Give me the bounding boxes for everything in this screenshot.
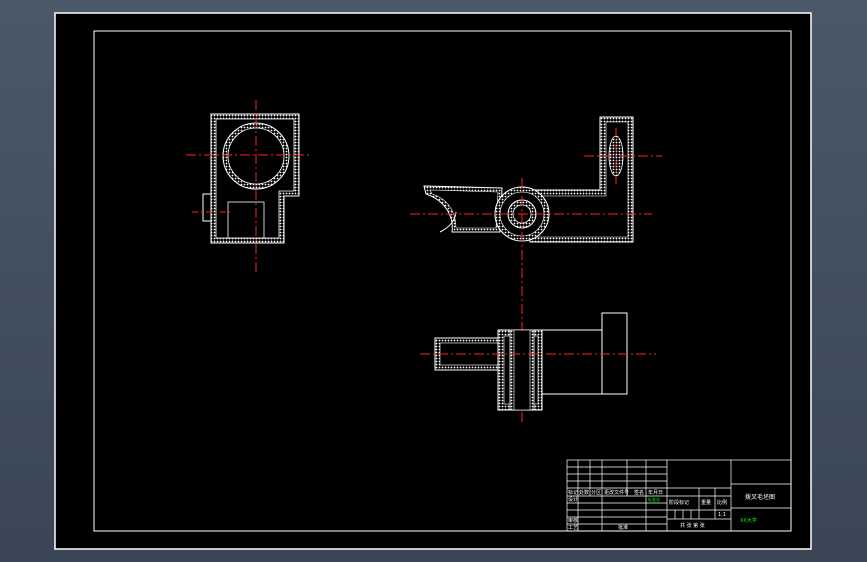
- tb-sheet-text: 共 张 第 张: [680, 522, 705, 529]
- bottom-view-body: [541, 329, 603, 395]
- left-view-slot: [227, 201, 265, 239]
- tb-label-weight: 重量: [701, 499, 711, 506]
- tb-label-standardization: 标准化: [648, 496, 660, 502]
- tb-label-process: 工艺: [568, 525, 578, 531]
- tb-label-review: 审核: [568, 517, 578, 524]
- tb-label-mark: 标记: [568, 489, 578, 496]
- tb-label-approve: 批准: [618, 524, 628, 531]
- left-view-boss: [202, 193, 212, 222]
- tb-label-signature: 签名: [634, 489, 644, 496]
- tb-drawing-name: 拨叉毛坯图: [745, 493, 775, 501]
- tb-label-count: 处数: [579, 489, 589, 496]
- tb-scale-value: 1:1: [718, 512, 726, 518]
- cad-viewport: 标记 处数 分区 更改文件号 签名 年月日 设计 标准化 阶段标记 重量 比例 …: [54, 12, 812, 550]
- tb-label-zone: 分区: [591, 489, 601, 496]
- tb-label-date: 年月日: [648, 489, 663, 496]
- drawing-canvas[interactable]: [54, 12, 812, 550]
- tb-label-change-doc: 更改文件号: [604, 489, 629, 496]
- tb-company: XX大学: [740, 517, 757, 524]
- tb-label-stage-mark: 阶段标记: [669, 499, 689, 506]
- tb-label-designer: 设计: [568, 496, 578, 503]
- tb-label-scale: 比例: [717, 499, 727, 506]
